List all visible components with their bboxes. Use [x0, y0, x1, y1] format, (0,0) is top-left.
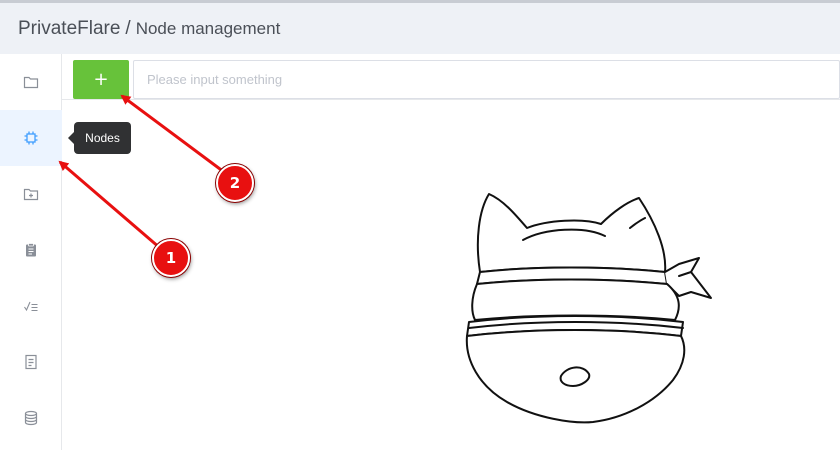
- sidebar-item-new-folder[interactable]: [0, 166, 62, 222]
- chip-icon: [24, 131, 38, 145]
- page-title: Node management: [135, 18, 281, 38]
- sidebar-item-clipboard[interactable]: [0, 222, 62, 278]
- annotation-arrow-1: [58, 160, 161, 250]
- sidebar-item-checklist[interactable]: [0, 278, 62, 334]
- search-input[interactable]: [133, 60, 840, 99]
- folder-icon: [23, 76, 39, 89]
- folder-plus-icon: [23, 188, 39, 201]
- sidebar-item-folders[interactable]: [0, 54, 62, 110]
- nodes-tooltip: Nodes: [68, 122, 131, 154]
- checklist-icon: [24, 301, 38, 312]
- sidebar-item-nodes[interactable]: [0, 110, 62, 166]
- toolbar: +: [62, 54, 840, 100]
- clipboard-icon: [26, 243, 36, 257]
- sidebar: [0, 54, 62, 450]
- sidebar-item-documents[interactable]: [0, 334, 62, 390]
- annotation-badge-1: 1: [152, 239, 190, 277]
- document-icon: [25, 354, 37, 370]
- ninja-cat-mascot-image: [465, 193, 712, 424]
- header-bar: PrivateFlare / Node management: [0, 0, 840, 54]
- annotation-badge-2: 2: [216, 164, 254, 202]
- brand-name[interactable]: PrivateFlare: [18, 18, 120, 40]
- database-icon: [24, 410, 38, 426]
- sidebar-item-database[interactable]: [0, 390, 62, 446]
- breadcrumb-separator: /: [125, 17, 131, 39]
- annotation-arrow-2: [120, 94, 225, 174]
- add-node-button[interactable]: +: [73, 60, 129, 99]
